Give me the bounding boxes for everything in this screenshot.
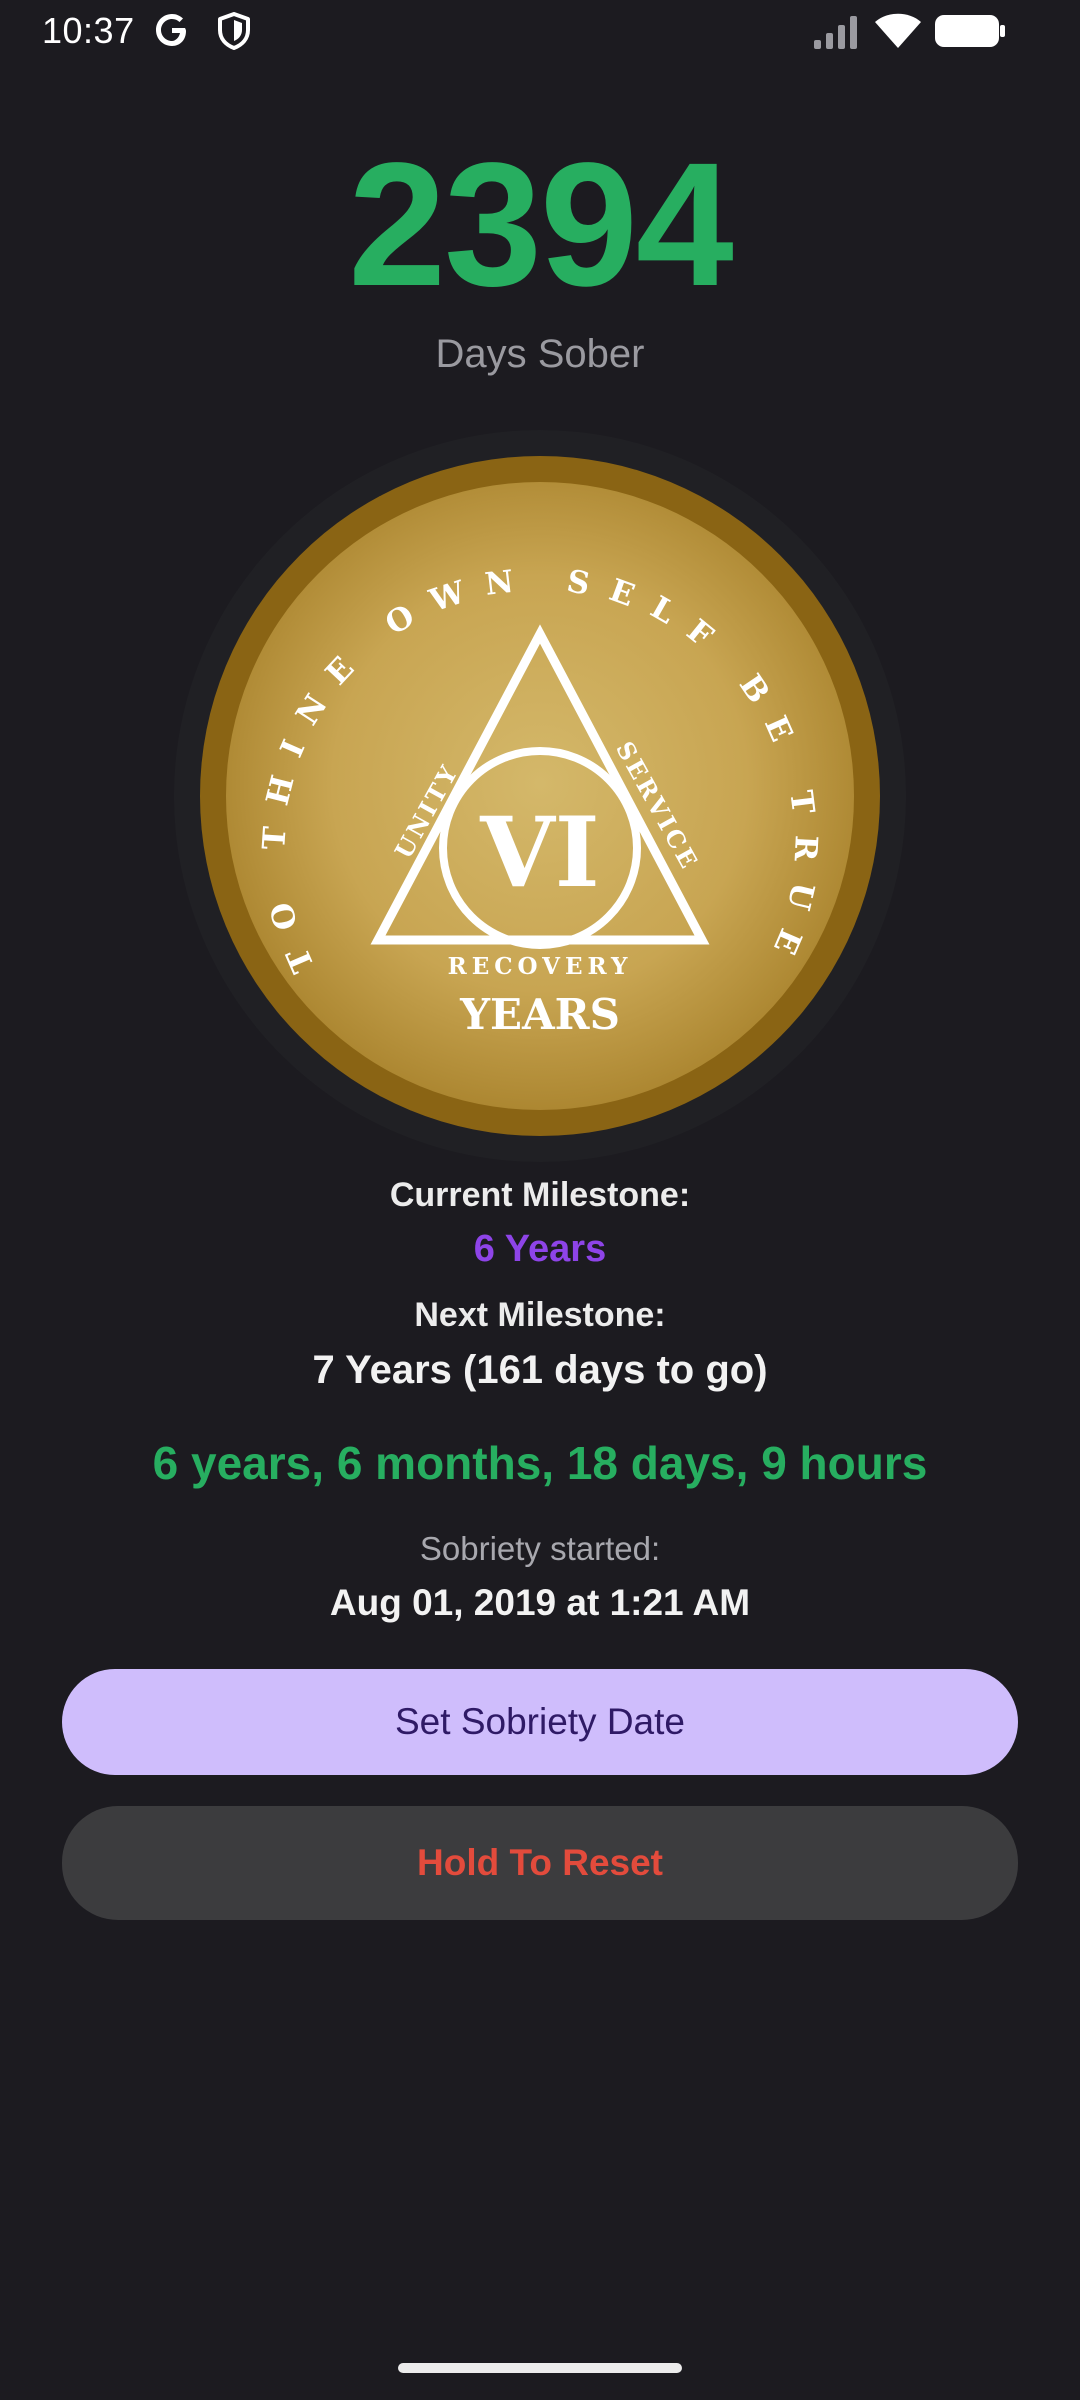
status-time: 10:37 (42, 10, 135, 51)
next-milestone-label: Next Milestone: (414, 1296, 666, 1334)
sobriety-medallion: TO THINE OWN SELF BE TRUE VI UNITY SERVI… (174, 430, 906, 1162)
current-milestone-value: 6 Years (473, 1228, 607, 1270)
sobriety-started-value: Aug 01, 2019 at 1:21 AM (329, 1582, 751, 1623)
medallion-numeral: VI (479, 796, 599, 909)
app-screen: 10:37 2394 Days Sober TO THINE OWN SELF … (0, 0, 1080, 2400)
shield-icon (218, 12, 250, 50)
status-bar: 10:37 (0, 0, 1080, 62)
days-sober-count: 2394 (348, 127, 734, 323)
sobriety-duration: 6 years, 6 months, 18 days, 9 hours (152, 1437, 928, 1489)
set-sobriety-date-button[interactable]: Set Sobriety Date (62, 1669, 1018, 1775)
medallion-recovery: RECOVERY (448, 953, 633, 980)
current-milestone-label: Current Milestone: (389, 1176, 691, 1214)
sobriety-started-label: Sobriety started: (419, 1530, 661, 1567)
next-milestone-value: 7 Years (161 days to go) (312, 1348, 768, 1392)
google-icon (156, 14, 186, 46)
hold-to-reset-button[interactable]: Hold To Reset (62, 1806, 1018, 1920)
battery-icon (935, 15, 1005, 47)
days-sober-label: Days Sober (435, 332, 645, 376)
home-indicator[interactable] (398, 2363, 682, 2373)
medallion-years: YEARS (459, 990, 620, 1039)
signal-icon (814, 16, 857, 49)
wifi-icon (875, 13, 921, 48)
